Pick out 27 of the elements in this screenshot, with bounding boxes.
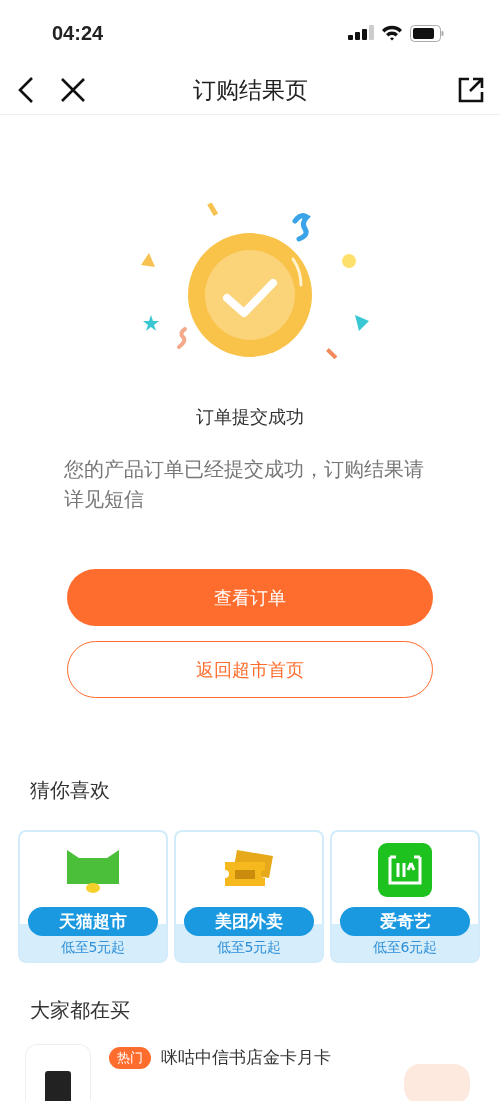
product-card[interactable]: 美团外卖 低至5元起 xyxy=(174,830,324,963)
close-icon[interactable] xyxy=(60,77,86,103)
product-price: 低至6元起 xyxy=(372,939,438,957)
product-price: 低至5元起 xyxy=(60,939,126,957)
battery-icon xyxy=(410,24,444,42)
product-card[interactable]: 天猫超市 低至5元起 xyxy=(18,830,168,963)
product-price: 低至5元起 xyxy=(216,939,282,957)
wifi-icon xyxy=(381,25,403,41)
hot-badge: 热门 xyxy=(109,1046,151,1069)
product-name: 天猫超市 xyxy=(28,907,158,936)
result-message: 您的产品订单已经提交成功，订购结果请详见短信 xyxy=(64,457,425,513)
product-name: 爱奇艺 xyxy=(340,907,470,936)
tv-logo-icon xyxy=(378,842,432,897)
home-button[interactable]: 返回超市首页 xyxy=(67,641,433,698)
status-time: 04:24 xyxy=(52,21,104,45)
product-card[interactable]: 爱奇艺 低至6元起 xyxy=(330,830,480,963)
page-title: 订购结果页 xyxy=(192,75,308,105)
section-title: 猜你喜欢 xyxy=(30,777,111,804)
view-order-button[interactable]: 查看订单 xyxy=(67,569,433,626)
signal-icon xyxy=(348,25,374,41)
book-app-icon xyxy=(25,1044,91,1101)
share-icon[interactable] xyxy=(458,77,484,103)
back-icon[interactable] xyxy=(18,76,34,104)
product-name: 咪咕中信书店金卡月卡 xyxy=(161,1046,331,1069)
section-title: 大家都在买 xyxy=(30,997,131,1024)
product-name: 美团外卖 xyxy=(184,907,314,936)
result-title: 订单提交成功 xyxy=(196,405,304,429)
